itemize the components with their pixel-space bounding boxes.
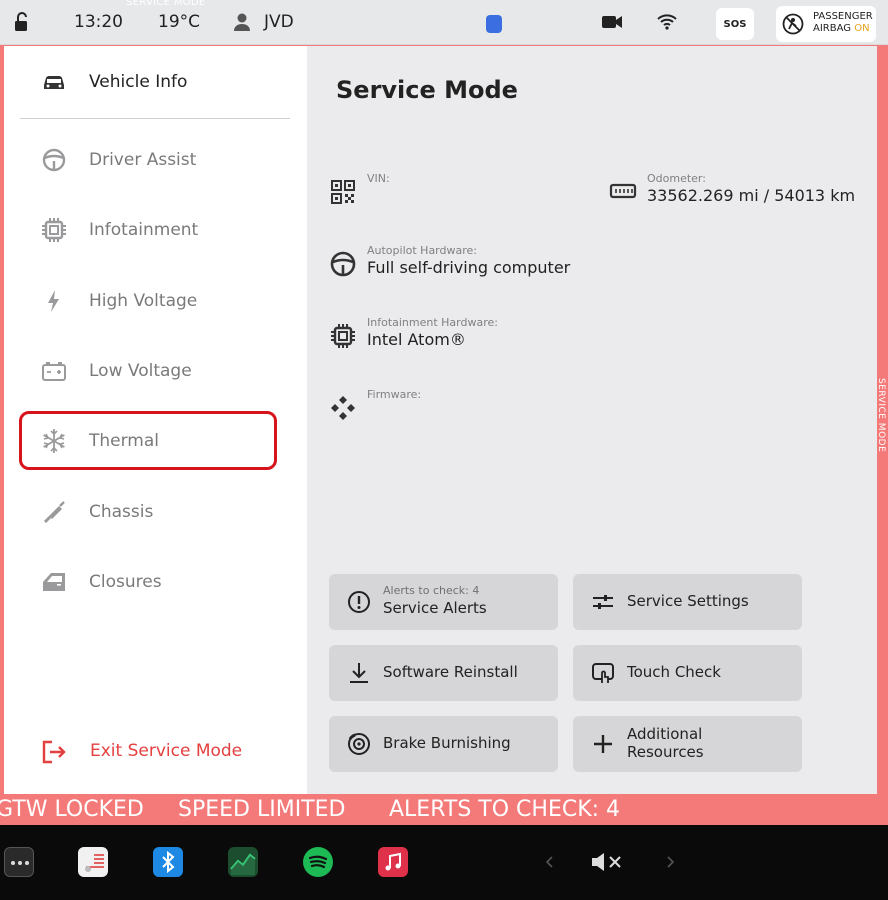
banner-alerts: ALERTS TO CHECK: 4 — [389, 797, 621, 822]
sliders-icon — [593, 595, 613, 609]
spotify-icon[interactable] — [303, 847, 333, 877]
odometer-icon — [609, 183, 637, 199]
user-icon[interactable] — [232, 12, 252, 32]
airbag-label: PASSENGER — [813, 11, 873, 22]
clock: 13:20 — [74, 12, 123, 32]
banner-gtw-locked: GTW LOCKED — [0, 797, 144, 822]
sidebar-item-chassis[interactable]: Chassis — [4, 484, 307, 540]
infotainment-value: Intel Atom® — [367, 330, 466, 349]
passenger-airbag-status: PASSENGER AIRBAG ON — [776, 6, 876, 42]
divider — [20, 118, 290, 119]
additional-resources-label-1: Additional — [627, 725, 703, 743]
banner-speed-limited: SPEED LIMITED — [178, 797, 346, 822]
alert-banner: GTW LOCKED SPEED LIMITED ALERTS TO CHECK… — [0, 794, 888, 825]
alert-circle-icon — [348, 591, 370, 613]
airbag-off-icon — [782, 13, 804, 35]
touch-check-label: Touch Check — [627, 663, 721, 681]
door-icon — [43, 573, 65, 591]
wifi-icon[interactable] — [656, 11, 678, 31]
vin-label: VIN: — [367, 172, 390, 185]
brake-disc-icon — [348, 733, 370, 755]
chevron-right-icon[interactable] — [664, 855, 676, 869]
more-icon[interactable] — [4, 847, 34, 877]
taskbar — [0, 825, 888, 900]
additional-resources-button[interactable]: Additional Resources — [573, 716, 802, 772]
stocks-icon[interactable] — [228, 847, 258, 877]
driver-profile[interactable]: JVD — [264, 12, 294, 32]
autopilot-value: Full self-driving computer — [367, 258, 571, 277]
service-alerts-button[interactable]: Alerts to check: 4 Service Alerts — [329, 574, 558, 630]
car-icon — [44, 76, 64, 89]
firmware-label: Firmware: — [367, 388, 422, 401]
battery-icon — [42, 362, 66, 381]
sidebar-item-label: Driver Assist — [89, 150, 197, 170]
touch-screen-icon — [592, 663, 614, 683]
firmware-icon — [331, 396, 355, 420]
sidebar-item-label: Closures — [89, 572, 162, 592]
shock-absorber-icon — [43, 501, 65, 524]
chip-icon — [42, 218, 66, 242]
service-mode-vertical-label: SERVICE MODE — [876, 378, 886, 453]
sidebar: Vehicle Info Driver Assist Infotainment — [4, 46, 307, 794]
sidebar-item-driver-assist[interactable]: Driver Assist — [4, 132, 307, 188]
highlight-box — [19, 411, 277, 470]
status-bar: SERVICE MODE 13:20 19°C JVD SOS PASSENGE… — [0, 0, 888, 45]
exit-label: Exit Service Mode — [90, 741, 243, 761]
alerts-count: Alerts to check: 4 — [383, 584, 480, 597]
chevron-left-icon[interactable] — [544, 855, 556, 869]
lightning-icon — [48, 290, 59, 312]
sidebar-item-label: Vehicle Info — [89, 72, 188, 92]
steering-wheel-icon — [42, 148, 66, 172]
plus-icon — [594, 735, 612, 753]
sidebar-item-high-voltage[interactable]: High Voltage — [4, 273, 307, 329]
sidebar-item-infotainment[interactable]: Infotainment — [4, 202, 307, 258]
sidebar-item-label: Infotainment — [89, 220, 199, 240]
outside-temperature: 19°C — [158, 12, 201, 32]
exit-service-mode-button[interactable]: Exit Service Mode — [4, 724, 307, 780]
sidebar-item-label: Chassis — [89, 502, 154, 522]
airbag-label-2: AIRBAG ON — [813, 23, 870, 34]
brake-burnishing-label: Brake Burnishing — [383, 734, 511, 752]
chip-icon — [331, 324, 355, 348]
mute-icon[interactable] — [590, 851, 628, 873]
autopilot-label: Autopilot Hardware: — [367, 244, 477, 257]
sidebar-item-vehicle-info[interactable]: Vehicle Info — [4, 54, 307, 110]
content-panel: Service Mode VIN: Odometer: 33562.269 mi… — [307, 46, 877, 794]
sidebar-item-low-voltage[interactable]: Low Voltage — [4, 343, 307, 399]
service-settings-label: Service Settings — [627, 592, 749, 610]
odometer-value: 33562.269 mi / 54013 km — [647, 186, 856, 205]
odometer-label: Odometer: — [647, 172, 706, 185]
exit-icon — [42, 740, 66, 764]
airbag-label-word: AIRBAG — [813, 23, 852, 34]
service-mode-window: Vehicle Info Driver Assist Infotainment — [4, 46, 877, 794]
additional-resources-label-2: Resources — [627, 743, 704, 761]
touch-check-button[interactable]: Touch Check — [573, 645, 802, 701]
service-mode-indicator: SERVICE MODE — [126, 0, 206, 8]
download-icon — [350, 663, 368, 683]
infotainment-label: Infotainment Hardware: — [367, 316, 498, 329]
service-alerts-label: Service Alerts — [383, 599, 487, 617]
software-reinstall-button[interactable]: Software Reinstall — [329, 645, 558, 701]
bluetooth-icon[interactable] — [153, 847, 183, 877]
transit-icon[interactable] — [486, 15, 502, 33]
sidebar-item-label: Low Voltage — [89, 361, 192, 381]
page-title: Service Mode — [336, 76, 518, 104]
sos-button[interactable]: SOS — [716, 8, 754, 40]
notes-icon[interactable] — [78, 847, 108, 877]
dashcam-icon[interactable] — [601, 14, 623, 30]
qr-code-icon — [331, 180, 355, 204]
sidebar-item-label: High Voltage — [89, 291, 198, 311]
airbag-on-status: ON — [854, 23, 870, 34]
service-settings-button[interactable]: Service Settings — [573, 574, 802, 630]
unlock-icon[interactable] — [12, 12, 32, 32]
brake-burnishing-button[interactable]: Brake Burnishing — [329, 716, 558, 772]
steering-wheel-icon — [330, 251, 356, 277]
sidebar-item-closures[interactable]: Closures — [4, 554, 307, 610]
software-reinstall-label: Software Reinstall — [383, 663, 518, 681]
music-icon[interactable] — [378, 847, 408, 877]
